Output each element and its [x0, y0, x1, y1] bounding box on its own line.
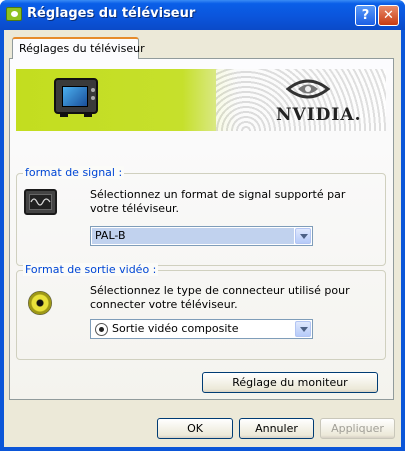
title-bar[interactable]: Réglages du téléviseur ? ✕ — [0, 0, 405, 30]
waveform-icon — [30, 198, 51, 206]
video-output-legend: Format de sortie vidéo : — [23, 263, 159, 276]
window-title: Réglages du téléviseur — [27, 6, 196, 21]
video-output-value: Sortie vidéo composite — [112, 322, 239, 335]
signal-format-value: PAL-B — [92, 228, 294, 244]
ok-button[interactable]: OK — [157, 418, 233, 439]
monitor-settings-button[interactable]: Réglage du moniteur — [202, 372, 378, 393]
help-button[interactable]: ? — [355, 5, 376, 26]
video-output-description: Sélectionnez le type de connecteur utili… — [90, 284, 350, 311]
signal-format-legend: format de signal : — [23, 166, 125, 179]
rca-connector-icon — [28, 291, 52, 315]
video-output-group: Format de sortie vidéo : Sélectionnez le… — [16, 263, 386, 360]
video-output-select[interactable]: Sortie vidéo composite — [90, 319, 313, 339]
tab-panel: NVIDIA. format de signal : Sélectionnez … — [9, 58, 394, 400]
dialog-window: Réglages du téléviseur ? ✕ Réglages du t… — [0, 0, 405, 451]
connector-radio-icon — [95, 323, 108, 336]
chevron-down-icon[interactable] — [295, 321, 311, 337]
signal-monitor-icon — [24, 189, 57, 215]
tab-tv-settings[interactable]: Réglages du téléviseur — [12, 37, 145, 59]
signal-format-select[interactable]: PAL-B — [90, 226, 313, 246]
signal-format-description: Sélectionnez un format de signal support… — [90, 188, 346, 215]
close-button[interactable]: ✕ — [378, 5, 399, 26]
nvidia-app-icon — [6, 7, 22, 21]
nvidia-eye-logo-icon — [286, 79, 330, 99]
cancel-button[interactable]: Annuler — [239, 418, 314, 439]
signal-format-group: format de signal : Sélectionnez un forma… — [16, 166, 386, 266]
television-icon — [54, 78, 98, 117]
nvidia-banner: NVIDIA. — [16, 69, 386, 131]
nvidia-logo-text: NVIDIA. — [276, 105, 362, 125]
dialog-client-area: Réglages du téléviseur NVIDIA. format de… — [4, 30, 401, 447]
chevron-down-icon[interactable] — [295, 228, 311, 244]
apply-button[interactable]: Appliquer — [320, 418, 395, 439]
